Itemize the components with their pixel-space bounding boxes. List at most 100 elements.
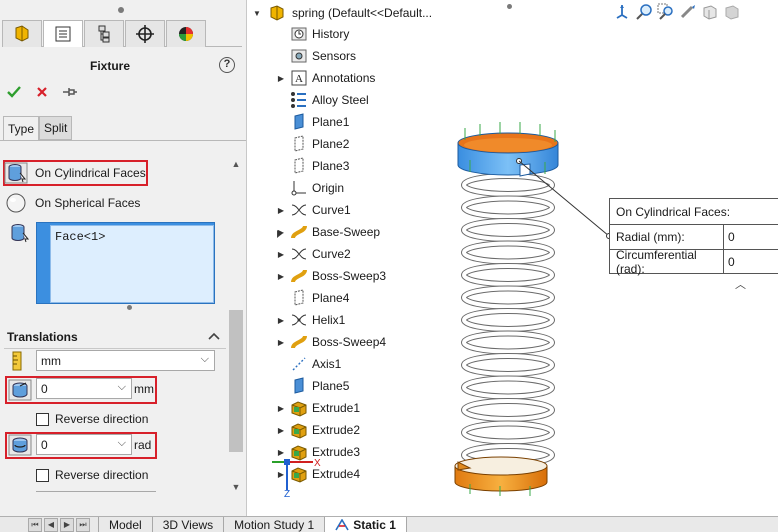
tree-item-curve2[interactable]: ▶ Curve2 [274, 244, 351, 264]
previous-view-button[interactable] [678, 2, 698, 22]
zoom-area-button[interactable] [656, 2, 676, 22]
tab-static-1[interactable]: Static 1 [324, 517, 406, 532]
tab-motion-study-1[interactable]: Motion Study 1 [223, 517, 325, 532]
tab-type[interactable]: Type [3, 116, 40, 140]
circumferential-value-input[interactable]: 0 ⌵ [36, 434, 132, 455]
tree-item-sensors[interactable]: Sensors [274, 46, 356, 66]
expand-right-icon[interactable]: ▶ [274, 206, 288, 215]
option-label: On Cylindrical Faces [35, 166, 146, 180]
chevron-down-icon[interactable]: ⌵ [118, 381, 126, 394]
pin-button[interactable] [62, 84, 78, 100]
panel-resize-grip[interactable] [118, 7, 124, 13]
list-item[interactable]: Face<1> [55, 230, 105, 244]
units-select-value: mm [41, 353, 61, 368]
reverse-direction-radial[interactable]: Reverse direction [36, 411, 148, 427]
expand-right-icon[interactable]: ▶ [274, 228, 288, 237]
spring-coils[interactable] [461, 173, 555, 467]
bottom-end-cap[interactable] [454, 456, 548, 492]
tree-item-extrude4[interactable]: ▶ Extrude4 [274, 464, 360, 484]
last-tab-icon[interactable]: ⏭ [76, 517, 90, 532]
face-selection-box[interactable]: Face<1> [50, 225, 214, 303]
radial-unit-label: mm [134, 382, 154, 396]
reverse-radial-checkbox[interactable] [36, 412, 49, 426]
extrude-icon [288, 420, 310, 440]
expand-right-icon[interactable]: ▶ [274, 74, 288, 83]
tree-resize-grip[interactable] [507, 4, 512, 9]
ok-button[interactable] [6, 84, 22, 100]
feature-manager-tab[interactable] [2, 20, 42, 47]
expand-right-icon[interactable]: ▶ [274, 404, 288, 413]
top-end-cap-selected-face[interactable] [457, 122, 559, 177]
tree-item-label: Boss-Sweep4 [312, 335, 387, 349]
section-header-translations[interactable]: Translations [7, 330, 78, 344]
expand-right-icon[interactable]: ▶ [274, 250, 288, 259]
view-orientation-button[interactable] [612, 2, 632, 22]
first-tab-icon[interactable]: ⏮ [28, 517, 42, 532]
reverse-circumferential-checkbox[interactable] [36, 468, 49, 482]
help-icon[interactable]: ? [219, 57, 235, 73]
tree-item-history[interactable]: History [274, 24, 349, 44]
scroll-down-icon[interactable]: ▼ [229, 480, 243, 494]
previous-view-icon [680, 5, 695, 19]
expand-right-icon[interactable]: ▶ [274, 338, 288, 347]
expand-right-icon[interactable]: ▶ [274, 470, 288, 479]
section-view-button[interactable] [700, 2, 720, 22]
units-select[interactable]: mm ⌵ [36, 350, 215, 371]
fixture-callout[interactable]: On Cylindrical Faces: Radial (mm): 0 Cir… [609, 198, 778, 276]
tree-item-extrude3[interactable]: ▶ Extrude3 [274, 442, 360, 462]
scroll-up-icon[interactable]: ▲ [229, 157, 243, 171]
face-selection-list[interactable]: Face<1> [36, 222, 215, 304]
tree-item-label: Plane2 [312, 137, 350, 151]
simulation-study-icon [335, 518, 349, 530]
chevron-down-icon[interactable]: ⌵ [118, 437, 126, 450]
prev-tab-icon[interactable]: ◀ [44, 517, 58, 532]
dimxpert-manager-tab[interactable] [125, 20, 165, 47]
tree-item-extrude1[interactable]: ▶ Extrude1 [274, 398, 360, 418]
tree-item-boss-sweep4[interactable]: ▶ Boss-Sweep4 [274, 332, 386, 352]
tree-item-plane2[interactable]: Plane2 [274, 134, 349, 154]
tree-item-plane5[interactable]: Plane5 [274, 376, 349, 396]
next-tab-icon[interactable]: ▶ [60, 517, 74, 532]
display-style-icon [725, 5, 739, 20]
panel-scroll-thumb[interactable] [229, 310, 243, 452]
tree-item-curve1[interactable]: ▶ Curve1 [274, 200, 351, 220]
tree-item-boss-sweep3[interactable]: ▶ Boss-Sweep3 [274, 266, 386, 286]
collapse-chevron-icon[interactable] [207, 331, 221, 341]
tree-item-axis1[interactable]: Axis1 [274, 354, 341, 374]
tree-item-plane3[interactable]: Plane3 [274, 156, 349, 176]
expand-down-icon[interactable]: ▼ [250, 9, 264, 18]
tab-split[interactable]: Split [39, 116, 73, 140]
tree-item-plane1[interactable]: Plane1 [274, 112, 349, 132]
tree-item-alloy-steel[interactable]: Alloy Steel [274, 90, 369, 110]
tab-model[interactable]: Model [98, 517, 152, 532]
radial-value-input[interactable]: 0 ⌵ [36, 378, 132, 399]
reverse-direction-circumferential[interactable]: Reverse direction [36, 467, 148, 483]
plane-icon [288, 112, 310, 132]
tree-item-helix1[interactable]: ▶ Helix1 [274, 310, 345, 330]
sweep-icon [288, 266, 310, 286]
triad-z-label: Z [284, 489, 290, 500]
zoom-to-fit-button[interactable] [634, 2, 654, 22]
display-style-button[interactable] [722, 2, 742, 22]
callout-collapse-icon[interactable]: ︿ [735, 276, 746, 292]
configuration-manager-tab[interactable] [84, 20, 124, 47]
tree-item-annotations[interactable]: ▶ A Annotations [274, 68, 375, 88]
tree-item-base-sweep[interactable]: ▶ Base-Sweep [274, 222, 380, 242]
curve-icon [288, 244, 310, 264]
expand-right-icon[interactable]: ▶ [274, 448, 288, 457]
display-manager-tab[interactable] [166, 20, 206, 47]
expand-right-icon[interactable]: ▶ [274, 426, 288, 435]
property-manager-tab[interactable] [43, 20, 83, 47]
list-resize-grip[interactable] [127, 305, 132, 310]
option-cylindrical-faces[interactable]: On Cylindrical Faces [4, 161, 146, 185]
tree-item-extrude2[interactable]: ▶ Extrude2 [274, 420, 360, 440]
option-spherical-faces[interactable]: On Spherical Faces [4, 191, 140, 215]
tab-3d-views[interactable]: 3D Views [151, 517, 224, 532]
tree-item-origin[interactable]: Origin [274, 178, 344, 198]
expand-right-icon[interactable]: ▶ [274, 272, 288, 281]
tree-item-plane4[interactable]: Plane4 [274, 288, 349, 308]
part-icon [270, 5, 284, 21]
cancel-button[interactable] [34, 84, 50, 100]
expand-right-icon[interactable]: ▶ [274, 316, 288, 325]
tree-root-spring[interactable]: ▼ spring (Default<<Default... [250, 3, 432, 23]
